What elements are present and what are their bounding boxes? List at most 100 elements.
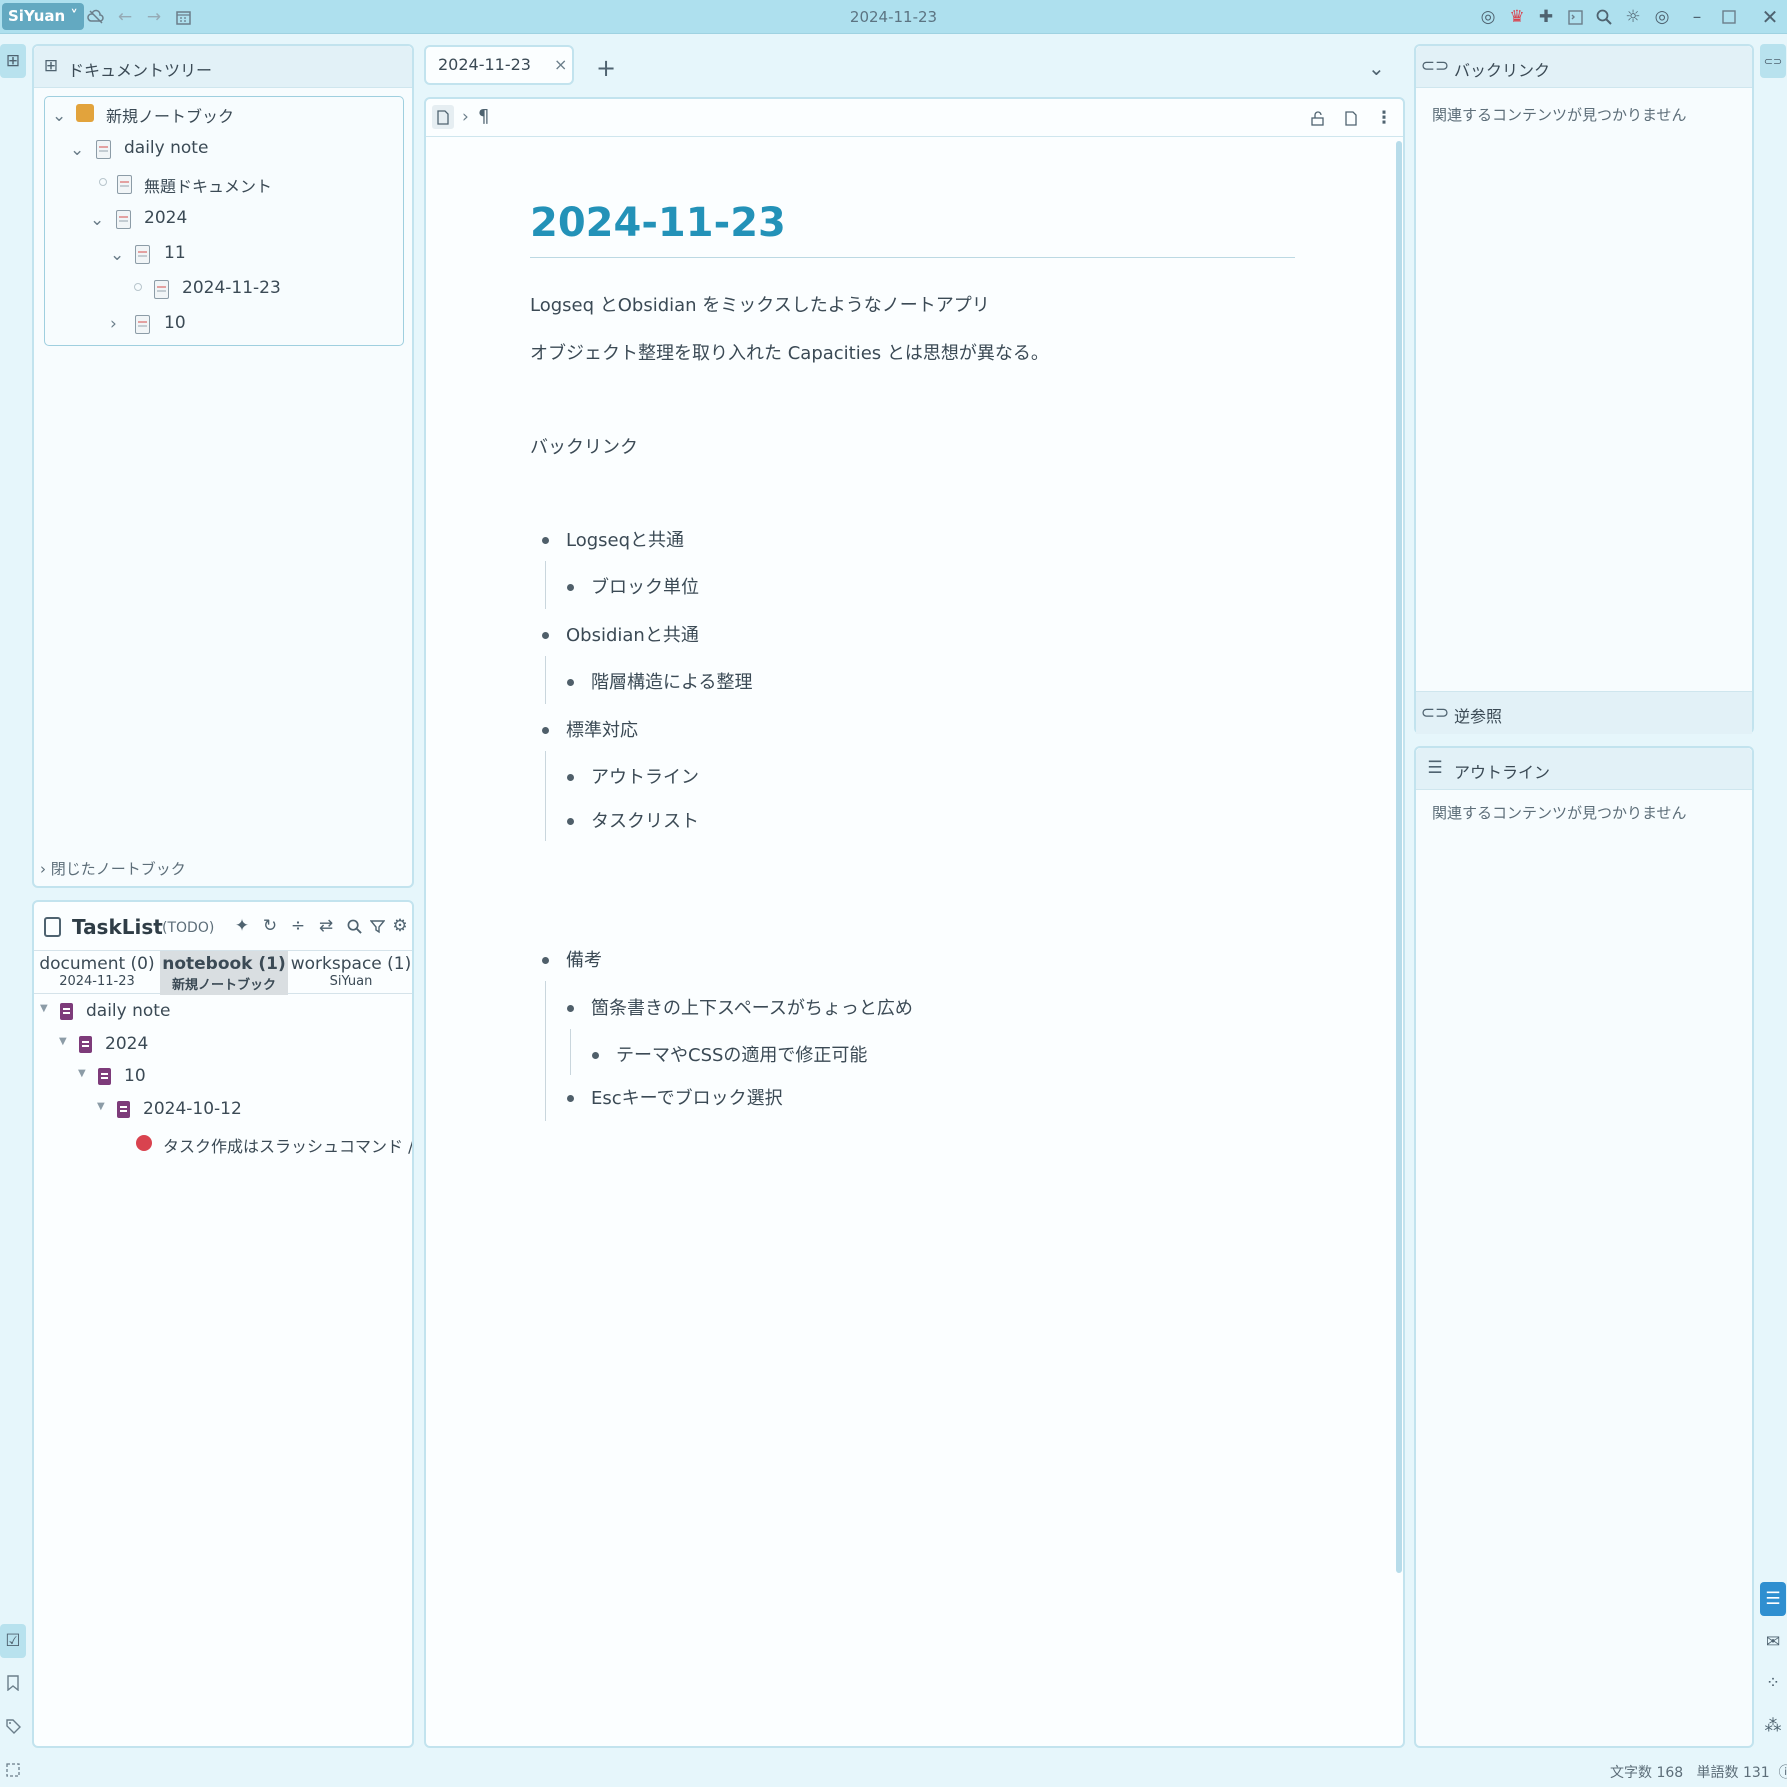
new-tab-plus-icon[interactable]: + xyxy=(596,54,616,82)
bullet-icon[interactable] xyxy=(567,584,574,591)
tree-item-daily-note[interactable]: ⌄ daily note xyxy=(44,134,394,166)
tree-item-label: 11 xyxy=(164,243,186,263)
terminal-icon[interactable] xyxy=(1565,7,1585,27)
gear-icon[interactable]: ⚙ xyxy=(390,916,410,936)
bookmark-icon[interactable] xyxy=(4,1674,22,1692)
backmentions-section-header[interactable]: ⊂⊃ 逆参照 xyxy=(1416,691,1752,734)
plugin-icon[interactable]: ✚ xyxy=(1536,7,1556,27)
tree-item-10[interactable]: › 10 xyxy=(44,309,394,341)
bullet-icon[interactable] xyxy=(592,1052,599,1059)
outline-dock-button[interactable]: ☰ xyxy=(1760,1582,1786,1616)
more-vertical-icon[interactable]: ⋮ xyxy=(1374,108,1394,128)
page-title[interactable]: 2024-11-23 xyxy=(530,200,786,246)
purple-document-icon xyxy=(98,1068,111,1085)
doc-tree-panel: ⊞ ドキュメントツリー ⌄ 新規ノートブック ⌄ daily note 無題ドキ… xyxy=(32,44,414,888)
outline-icon: ☰ xyxy=(1427,758,1443,778)
file-tree-icon: ⊞ xyxy=(5,51,21,71)
editor-scrollbar[interactable] xyxy=(1396,141,1402,1573)
chevron-down-icon: ⌄ xyxy=(90,210,105,230)
list-item[interactable]: 階層構造による整理 xyxy=(591,668,752,694)
collapse-icon[interactable]: ÷ xyxy=(288,916,308,936)
backlinks-dock-button[interactable]: ⊂⊃ xyxy=(1760,44,1786,78)
purple-document-icon xyxy=(117,1101,130,1118)
list-item[interactable]: テーマやCSSの適用で修正可能 xyxy=(616,1041,867,1067)
tab-document[interactable]: document (0) 2024-11-23 xyxy=(34,951,160,995)
breadcrumb-doc-button[interactable] xyxy=(432,105,454,129)
task-tree-2024-10-12[interactable]: ▼ 2024-10-12 xyxy=(38,1097,408,1127)
tab-list-chevron-icon[interactable]: ⌄ xyxy=(1368,56,1385,80)
bullet-icon[interactable] xyxy=(567,1005,574,1012)
bullet-icon[interactable] xyxy=(542,632,549,639)
palette-icon[interactable]: ◎ xyxy=(1478,7,1498,27)
list-item[interactable]: 標準対応 xyxy=(566,716,638,742)
list-item[interactable]: アウトライン xyxy=(591,763,699,789)
global-graph-icon[interactable]: ⁂ xyxy=(1764,1716,1782,1736)
paragraph[interactable]: オブジェクト整理を取り入れた Capacities とは思想が異なる。 xyxy=(530,339,1049,365)
outline-empty-message: 関連するコンテンツが見つかりません xyxy=(1432,804,1687,822)
tree-item-2024-11-23[interactable]: 2024-11-23 xyxy=(44,274,394,306)
task-item[interactable]: タスク作成はスラッシュコマンド /task #T... xyxy=(38,1131,412,1161)
bullet-icon[interactable] xyxy=(542,957,549,964)
bullet-icon[interactable] xyxy=(567,1095,574,1102)
editor-breadcrumb-bar: › ¶ ⋮ xyxy=(426,99,1403,137)
list-item[interactable]: 備考 xyxy=(566,946,602,972)
document-icon[interactable] xyxy=(1341,108,1361,128)
chevron-down-icon: ⌄ xyxy=(52,106,67,126)
bullet-icon[interactable] xyxy=(542,727,549,734)
task-tree-daily-note[interactable]: ▼ daily note xyxy=(38,999,408,1029)
tab-workspace[interactable]: workspace (1) SiYuan xyxy=(288,951,414,995)
inbox-icon[interactable]: ✉ xyxy=(1764,1632,1782,1652)
tag-icon[interactable] xyxy=(4,1717,22,1735)
tab-sub: 2024-11-23 xyxy=(59,974,135,989)
list-item[interactable]: ブロック単位 xyxy=(591,573,699,599)
fullscreen-icon[interactable] xyxy=(4,1761,22,1779)
tree-item-label: 2024-11-23 xyxy=(182,278,281,298)
search-icon[interactable] xyxy=(344,916,364,936)
task-tree-label: daily note xyxy=(86,1001,171,1021)
list-guide-line xyxy=(570,1029,571,1075)
paragraph[interactable]: バックリンク xyxy=(530,433,638,459)
tab-label: 2024-11-23 xyxy=(438,55,531,74)
list-item[interactable]: タスクリスト xyxy=(591,807,699,833)
appearance-icon[interactable]: ◎ xyxy=(1652,7,1672,27)
maximize-icon[interactable] xyxy=(1719,7,1739,27)
task-tree-10[interactable]: ▼ 10 xyxy=(38,1064,408,1094)
tree-item-label: 2024 xyxy=(144,208,188,228)
bullet-icon[interactable] xyxy=(567,679,574,686)
unlock-icon[interactable] xyxy=(1308,108,1328,128)
tree-item-label: 10 xyxy=(164,313,186,333)
close-window-icon[interactable]: ✕ xyxy=(1760,5,1780,29)
caret-down-icon: ▼ xyxy=(78,1068,86,1079)
bullet-icon[interactable] xyxy=(567,818,574,825)
tasklist-dock-button[interactable]: ☑ xyxy=(0,1624,26,1658)
help-icon[interactable]: ⓘ xyxy=(1779,1765,1787,1781)
list-item[interactable]: Obsidianと共通 xyxy=(566,621,699,647)
tab-close-icon[interactable]: × xyxy=(554,55,567,74)
minimize-icon[interactable]: – xyxy=(1687,7,1707,27)
closed-notebooks-toggle[interactable]: › 閉じたノートブック xyxy=(40,858,186,880)
list-item[interactable]: Logseqと共通 xyxy=(566,526,684,552)
paragraph[interactable]: Logseq とObsidian をミックスしたようなノートアプリ xyxy=(530,291,990,317)
list-item[interactable]: 箇条書きの上下スペースがちょっと広め xyxy=(591,994,913,1020)
paragraph-icon[interactable]: ¶ xyxy=(478,106,489,127)
task-tree-2024[interactable]: ▼ 2024 xyxy=(38,1032,408,1062)
tree-item-untitled[interactable]: 無題ドキュメント xyxy=(44,169,394,201)
theme-sun-icon[interactable]: ☼ xyxy=(1623,7,1643,27)
filter-icon[interactable] xyxy=(367,916,387,936)
editor-tab[interactable]: 2024-11-23 × xyxy=(424,45,574,85)
crown-icon[interactable]: ♛ xyxy=(1507,7,1527,27)
bullet-icon[interactable] xyxy=(542,537,549,544)
notebook-row[interactable]: ⌄ 新規ノートブック xyxy=(44,98,394,130)
tree-item-2024[interactable]: ⌄ 2024 xyxy=(44,204,394,236)
list-item[interactable]: Escキーでブロック選択 xyxy=(591,1084,783,1110)
bullet-icon[interactable] xyxy=(567,774,574,781)
swap-icon[interactable]: ⇄ xyxy=(316,916,336,936)
graph-icon[interactable]: ⁘ xyxy=(1764,1673,1782,1693)
tab-notebook[interactable]: notebook (1) 新規ノートブック xyxy=(160,951,288,995)
caret-down-icon: ▼ xyxy=(40,1003,48,1014)
file-tree-dock-button[interactable]: ⊞ xyxy=(0,44,26,78)
refresh-icon[interactable]: ↻ xyxy=(260,916,280,936)
sparkle-icon[interactable]: ✦ xyxy=(232,916,252,936)
tree-item-11[interactable]: ⌄ 11 xyxy=(44,239,394,271)
search-icon[interactable] xyxy=(1594,7,1614,27)
